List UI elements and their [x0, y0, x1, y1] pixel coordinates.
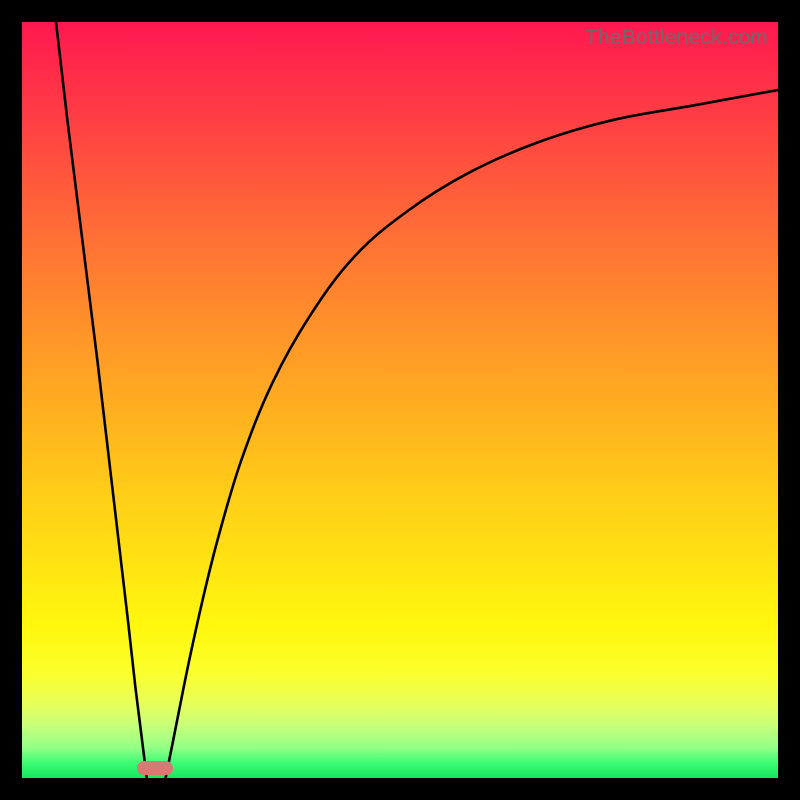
optimal-marker	[137, 761, 173, 775]
chart-frame: TheBottleneck.com	[0, 0, 800, 800]
plot-area: TheBottleneck.com	[22, 22, 778, 778]
bottleneck-curve	[22, 22, 778, 778]
curve-path-right	[166, 90, 778, 778]
curve-path-left	[56, 22, 147, 778]
